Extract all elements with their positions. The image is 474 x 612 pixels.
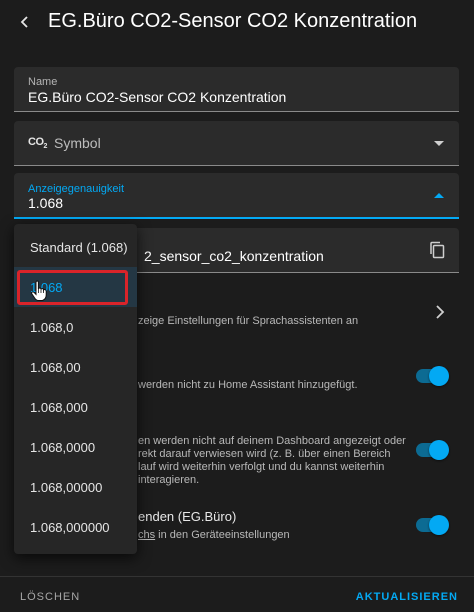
name-field-label: Name xyxy=(28,76,58,88)
toggle-knob xyxy=(429,440,449,460)
page-title: EG.Büro CO2-Sensor CO2 Konzentration xyxy=(48,10,418,32)
visible-text: en werden nicht auf deinem Dashboard ang… xyxy=(138,435,406,486)
device-settings-link[interactable]: chs xyxy=(138,529,155,541)
enabled-toggle[interactable] xyxy=(416,366,449,386)
precision-dropdown-menu: Standard (1.068) 1.068 1.068,0 1.068,00 … xyxy=(14,224,137,554)
update-button[interactable]: AKTUALISIEREN xyxy=(356,591,458,603)
toggle-knob xyxy=(429,366,449,386)
dropdown-option-selected[interactable]: 1.068 xyxy=(14,267,137,307)
dropdown-option[interactable]: 1.068,0 xyxy=(14,307,137,347)
caret-up-icon[interactable] xyxy=(434,193,444,198)
chevron-right-icon[interactable] xyxy=(434,304,446,320)
entity-id-value[interactable]: 2_sensor_co2_konzentration xyxy=(144,248,324,264)
precision-label: Anzeigegenauigkeit xyxy=(28,183,125,195)
dropdown-option[interactable]: 1.068,00 xyxy=(14,347,137,387)
hand-cursor-icon xyxy=(30,280,48,302)
footer: LÖSCHEN AKTUALISIEREN xyxy=(0,576,474,612)
precision-select[interactable]: Anzeigegenauigkeit 1.068 xyxy=(14,173,459,219)
caret-down-icon[interactable] xyxy=(434,141,444,146)
dropdown-option[interactable]: 1.068,000000 xyxy=(14,507,137,547)
dropdown-option[interactable]: Standard (1.068) xyxy=(14,227,137,267)
name-field[interactable]: Name EG.Büro CO2-Sensor CO2 Konzentratio… xyxy=(14,67,459,112)
enabled-text: werden nicht zu Home Assistant hinzugefü… xyxy=(138,379,358,391)
toggle-knob xyxy=(429,515,449,535)
header: EG.Büro CO2-Sensor CO2 Konzentration xyxy=(0,0,474,46)
delete-button[interactable]: LÖSCHEN xyxy=(20,591,80,603)
area-toggle[interactable] xyxy=(416,515,449,535)
visible-toggle[interactable] xyxy=(416,440,449,460)
area-title: enden (EG.Büro) xyxy=(138,509,237,524)
back-arrow-icon[interactable] xyxy=(14,11,36,33)
voice-assistant-text: zeige Einstellungen für Sprachassistente… xyxy=(138,315,359,327)
dropdown-option[interactable]: 1.068,0000 xyxy=(14,427,137,467)
icon-field-value: Symbol xyxy=(54,135,101,151)
precision-value: 1.068 xyxy=(28,195,64,211)
dropdown-option[interactable]: 1.068,00000 xyxy=(14,467,137,507)
name-field-value[interactable]: EG.Büro CO2-Sensor CO2 Konzentration xyxy=(28,89,286,105)
co2-icon: CO2 xyxy=(28,136,47,151)
dropdown-option[interactable]: 1.068,000 xyxy=(14,387,137,427)
area-text: chs in den Geräteeinstellungen xyxy=(138,529,290,541)
icon-field[interactable]: CO2 Symbol xyxy=(14,121,459,166)
copy-icon[interactable] xyxy=(429,241,445,259)
